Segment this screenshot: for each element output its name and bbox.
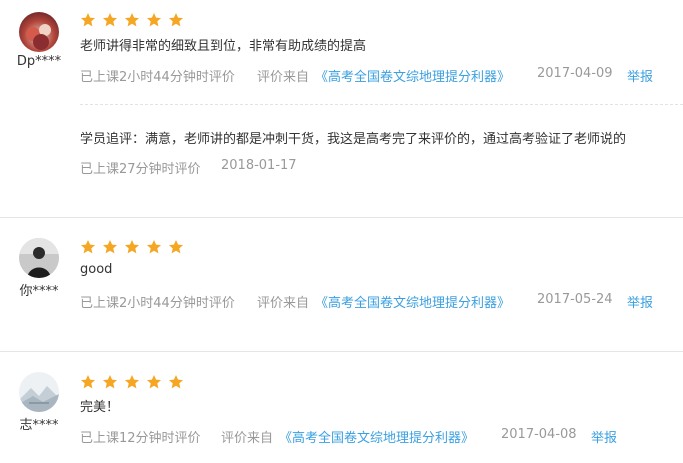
username: 志****	[19, 418, 59, 433]
review-date: 2017-04-09	[537, 66, 613, 81]
star-rating	[80, 239, 190, 255]
star-icon	[168, 12, 184, 28]
star-icon	[80, 12, 96, 28]
course-link[interactable]: 《高考全国卷文综地理提分利器》	[315, 292, 510, 311]
star-icon	[102, 374, 118, 390]
avatar-photo-icon	[19, 12, 59, 52]
star-icon	[80, 374, 96, 390]
avatar-photo-icon	[19, 372, 59, 412]
review-text: good	[80, 262, 113, 277]
followup-divider	[80, 104, 683, 105]
user-avatar[interactable]	[19, 372, 59, 412]
user-avatar[interactable]	[19, 238, 59, 278]
star-icon	[102, 239, 118, 255]
star-icon	[102, 12, 118, 28]
followup-date: 2018-01-17	[221, 158, 297, 173]
source-prefix: 评价来自	[257, 70, 310, 85]
review-text: 完美！	[80, 400, 120, 415]
report-button[interactable]: 举报	[627, 66, 653, 85]
star-icon	[168, 239, 184, 255]
star-icon	[80, 239, 96, 255]
course-link[interactable]: 《高考全国卷文综地理提分利器》	[315, 66, 510, 85]
username: 你****	[19, 284, 59, 299]
star-icon	[124, 239, 140, 255]
review-text: 老师讲得非常的细致且到位，非常有助成绩的提高	[80, 39, 367, 54]
study-time: 已上课2小时44分钟时评价	[80, 296, 235, 311]
star-icon	[124, 374, 140, 390]
avatar-photo-icon	[19, 238, 59, 278]
star-icon	[146, 239, 162, 255]
course-link[interactable]: 《高考全国卷文综地理提分利器》	[279, 427, 474, 446]
followup-text: 学员追评：满意，老师讲的都是冲刺干货，我这是高考完了来评价的，通过高考验证了老师…	[80, 132, 627, 147]
review-item: 你**** good 已上课2小时44分钟时评价 评价来自 《高考全国卷文综地理…	[0, 218, 683, 351]
star-icon	[146, 374, 162, 390]
user-avatar[interactable]	[19, 12, 59, 52]
review-item: Dp**** 老师讲得非常的细致且到位，非常有助成绩的提高 已上课2小时44分钟…	[0, 0, 683, 217]
report-button[interactable]: 举报	[591, 427, 617, 446]
source-prefix: 评价来自	[257, 296, 310, 311]
study-time: 已上课2小时44分钟时评价	[80, 70, 235, 85]
username: Dp****	[16, 54, 62, 69]
star-icon	[124, 12, 140, 28]
star-rating	[80, 374, 190, 390]
star-icon	[168, 374, 184, 390]
review-item: 志**** 完美！ 已上课12分钟时评价 评价来自 《高考全国卷文综地理提分利器…	[0, 352, 683, 463]
source-prefix: 评价来自	[221, 431, 274, 446]
report-button[interactable]: 举报	[627, 292, 653, 311]
followup-study-time: 已上课27分钟时评价	[80, 162, 201, 177]
study-time: 已上课12分钟时评价	[80, 431, 201, 446]
review-date: 2017-05-24	[537, 292, 613, 307]
star-icon	[146, 12, 162, 28]
review-date: 2017-04-08	[501, 427, 577, 442]
star-rating	[80, 12, 190, 28]
